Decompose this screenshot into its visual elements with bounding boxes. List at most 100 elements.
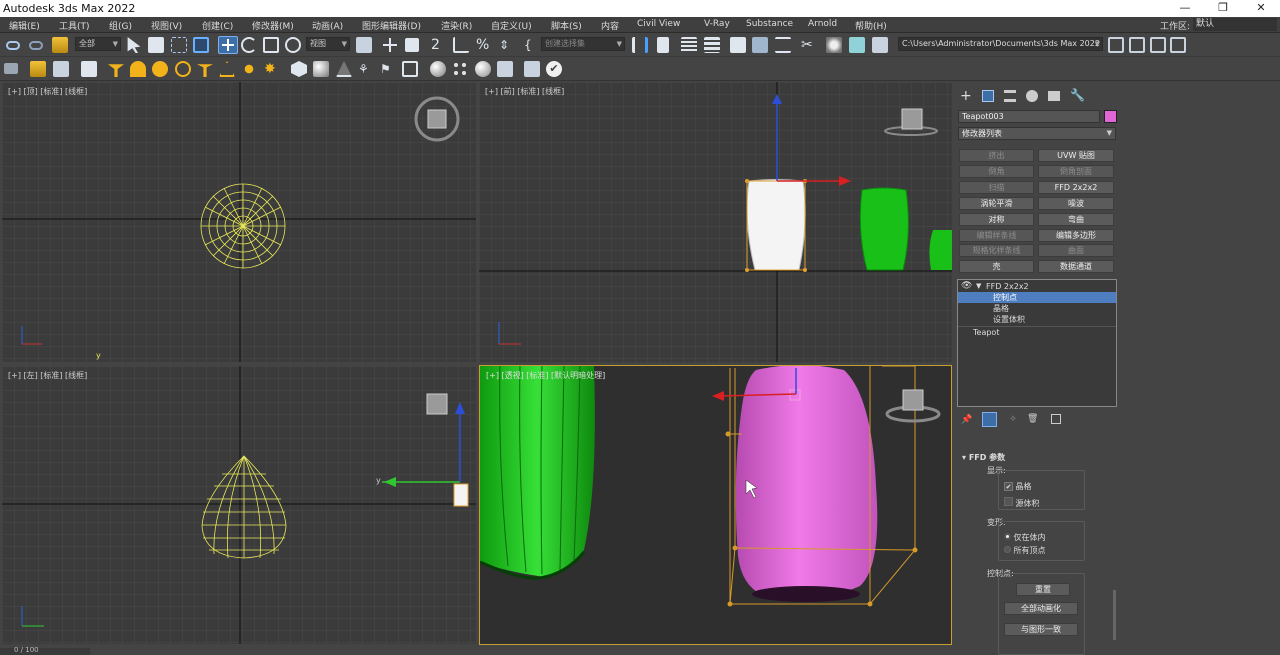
viewport-perspective-label[interactable]: [+] [透视] [标准] [默认明暗处理] — [486, 370, 605, 381]
reference-coordinate-dropdown[interactable]: 视图 ▼ — [306, 37, 350, 51]
menu-graph-editors[interactable]: 图形编辑器(D) — [362, 19, 421, 32]
viewport-perspective[interactable]: [+] [透视] [标准] [默认明暗处理] — [479, 365, 952, 645]
create-tab-icon[interactable]: + — [960, 88, 972, 104]
vray-fur-icon[interactable]: ⚘ — [358, 61, 374, 77]
window-crossing-icon[interactable] — [193, 37, 209, 53]
menu-edit[interactable]: 编辑(E) — [9, 19, 40, 32]
vray-material-icon[interactable] — [475, 61, 491, 77]
curve-editor-icon[interactable] — [752, 37, 768, 53]
maximize-button[interactable]: ❐ — [1204, 0, 1242, 17]
edit-named-selection-icon[interactable]: { — [524, 37, 540, 53]
menu-modifiers[interactable]: 修改器(M) — [252, 19, 294, 32]
viewport-top[interactable]: [+] [顶] [标准] [线框] y — [2, 82, 476, 362]
vray-icon-2[interactable] — [53, 61, 69, 77]
select-move-icon[interactable] — [218, 36, 238, 54]
stack-sub-control-points[interactable]: 控制点 — [958, 292, 1116, 303]
menu-content[interactable]: 内容 — [601, 19, 619, 32]
make-unique-icon[interactable]: ⟡ — [1010, 414, 1016, 424]
snaps-toggle-icon[interactable]: 2 — [431, 37, 447, 53]
menu-scripting[interactable]: 脚本(S) — [551, 19, 582, 32]
all-vertices-radio[interactable]: 所有顶点 — [1004, 545, 1046, 556]
menu-tools[interactable]: 工具(T) — [59, 19, 90, 32]
conform-to-shape-button[interactable]: 与图形一致 — [1004, 623, 1078, 636]
remove-modifier-icon[interactable]: 🗑 — [1027, 414, 1038, 424]
light-icon-5[interactable] — [197, 64, 213, 77]
object-name-field[interactable]: Teapot003 — [958, 110, 1100, 123]
select-manipulate-icon[interactable] — [382, 37, 398, 53]
vray-frame-buffer-icon[interactable] — [524, 61, 540, 77]
source-volume-checkbox[interactable]: 源体积 — [1004, 497, 1040, 509]
spinner-snap-icon[interactable]: ⇕ — [499, 37, 515, 53]
vray-proxy-icon[interactable] — [291, 61, 307, 77]
project-icon-3[interactable] — [1150, 37, 1166, 53]
motion-tab-icon[interactable] — [1026, 90, 1038, 102]
keyboard-shortcut-override-icon[interactable] — [405, 38, 419, 52]
modifier-button-uvw-map[interactable]: UVW 贴图 — [1038, 149, 1114, 162]
menu-vray[interactable]: V-Ray — [704, 19, 730, 29]
viewport-left[interactable]: [+] [左] [标准] [线框] y — [2, 366, 476, 644]
light-icon-1[interactable] — [108, 64, 124, 77]
schematic-view-icon[interactable] — [775, 37, 791, 53]
minimize-button[interactable]: — — [1166, 0, 1204, 17]
pin-stack-icon[interactable]: 📌 — [961, 415, 972, 425]
configure-sets-icon[interactable] — [1051, 414, 1061, 424]
hierarchy-tab-icon[interactable] — [1004, 90, 1016, 102]
project-folder-dropdown[interactable]: C:\Users\Administrator\Documents\3ds Max… — [898, 37, 1103, 51]
viewport-left-label[interactable]: [+] [左] [标准] [线框] — [8, 370, 87, 381]
layer-explorer-icon[interactable] — [704, 37, 720, 53]
rectangular-selection-icon[interactable] — [171, 37, 187, 53]
chevron-down-icon[interactable]: ▼ — [976, 281, 981, 292]
select-object-icon[interactable] — [127, 37, 141, 53]
align-icon[interactable] — [657, 37, 669, 53]
workspace-dropdown[interactable]: 默认 — [1193, 18, 1277, 31]
modifier-button-ffd[interactable]: FFD 2x2x2 — [1038, 181, 1114, 194]
selection-filter-dropdown[interactable]: 全部 ▼ — [75, 37, 121, 51]
utilities-tab-icon[interactable]: 🔧 — [1070, 88, 1085, 102]
light-icon-3[interactable] — [152, 61, 168, 77]
mirror-icon[interactable] — [632, 37, 648, 53]
percent-snap-icon[interactable]: % — [476, 37, 492, 53]
modifier-button-surface[interactable]: 曲面 — [1038, 244, 1114, 257]
close-button[interactable]: ✕ — [1242, 0, 1280, 17]
modifier-button-symmetry[interactable]: 对称 — [959, 213, 1034, 226]
viewport-front[interactable]: [+] [前] [标准] [线框] — [479, 82, 952, 362]
stack-item-ffd[interactable]: 👁 ▼ FFD 2x2x2 — [958, 281, 1116, 292]
render-setup-icon[interactable] — [826, 37, 842, 53]
modifier-button-turbosmooth[interactable]: 涡轮平滑 — [959, 197, 1034, 210]
light-icon-4[interactable] — [175, 61, 191, 77]
vray-icon-1[interactable] — [30, 61, 46, 77]
viewport-top-label[interactable]: [+] [顶] [标准] [线框] — [8, 86, 87, 97]
use-pivot-center-icon[interactable] — [356, 37, 372, 53]
viewport-front-label[interactable]: [+] [前] [标准] [线框] — [485, 86, 564, 97]
modifier-button-bevel-profile[interactable]: 倒角剖面 — [1038, 165, 1114, 178]
modifier-button-shell[interactable]: 壳 — [959, 260, 1034, 273]
sparkle-icon[interactable]: ✸ — [264, 61, 280, 77]
menu-customize[interactable]: 自定义(U) — [491, 19, 532, 32]
select-rotate-icon[interactable] — [241, 37, 257, 53]
menu-rendering[interactable]: 渲染(R) — [441, 19, 472, 32]
modifier-button-edit-poly[interactable]: 编辑多边形 — [1038, 229, 1114, 242]
vray-sphere-icon[interactable] — [313, 61, 329, 77]
object-color-swatch[interactable] — [1104, 110, 1117, 123]
check-icon[interactable]: ✔ — [546, 61, 562, 77]
animate-all-button[interactable]: 全部动画化 — [1004, 602, 1078, 615]
unlink-icon[interactable] — [29, 41, 43, 50]
modifier-list-dropdown[interactable]: 修改器列表 ▼ — [958, 127, 1116, 140]
material-sphere-icon[interactable] — [430, 61, 446, 77]
render-production-icon[interactable] — [872, 37, 888, 53]
project-icon-2[interactable] — [1129, 37, 1145, 53]
menu-views[interactable]: 视图(V) — [151, 19, 182, 32]
menu-animation[interactable]: 动画(A) — [312, 19, 343, 32]
camera-icon[interactable] — [4, 63, 18, 74]
display-tab-icon[interactable] — [1048, 91, 1060, 101]
modifier-stack[interactable]: 👁 ▼ FFD 2x2x2 控制点 晶格 设置体积 Teapot — [957, 279, 1117, 407]
material-editor-icon[interactable]: ✂ — [801, 37, 817, 53]
lattice-checkbox[interactable]: ✔ 晶格 — [1004, 481, 1032, 492]
modifier-button-edit-spline[interactable]: 编辑样条线 — [959, 229, 1034, 242]
menu-group[interactable]: 组(G) — [109, 19, 132, 32]
modifier-button-normalize-spline[interactable]: 规格化样条线 — [959, 244, 1034, 257]
multi-sphere-icon[interactable] — [452, 61, 468, 77]
toggle-ribbon-icon[interactable] — [730, 37, 746, 53]
menu-create[interactable]: 创建(C) — [202, 19, 233, 32]
modify-tab-icon[interactable] — [982, 90, 994, 102]
